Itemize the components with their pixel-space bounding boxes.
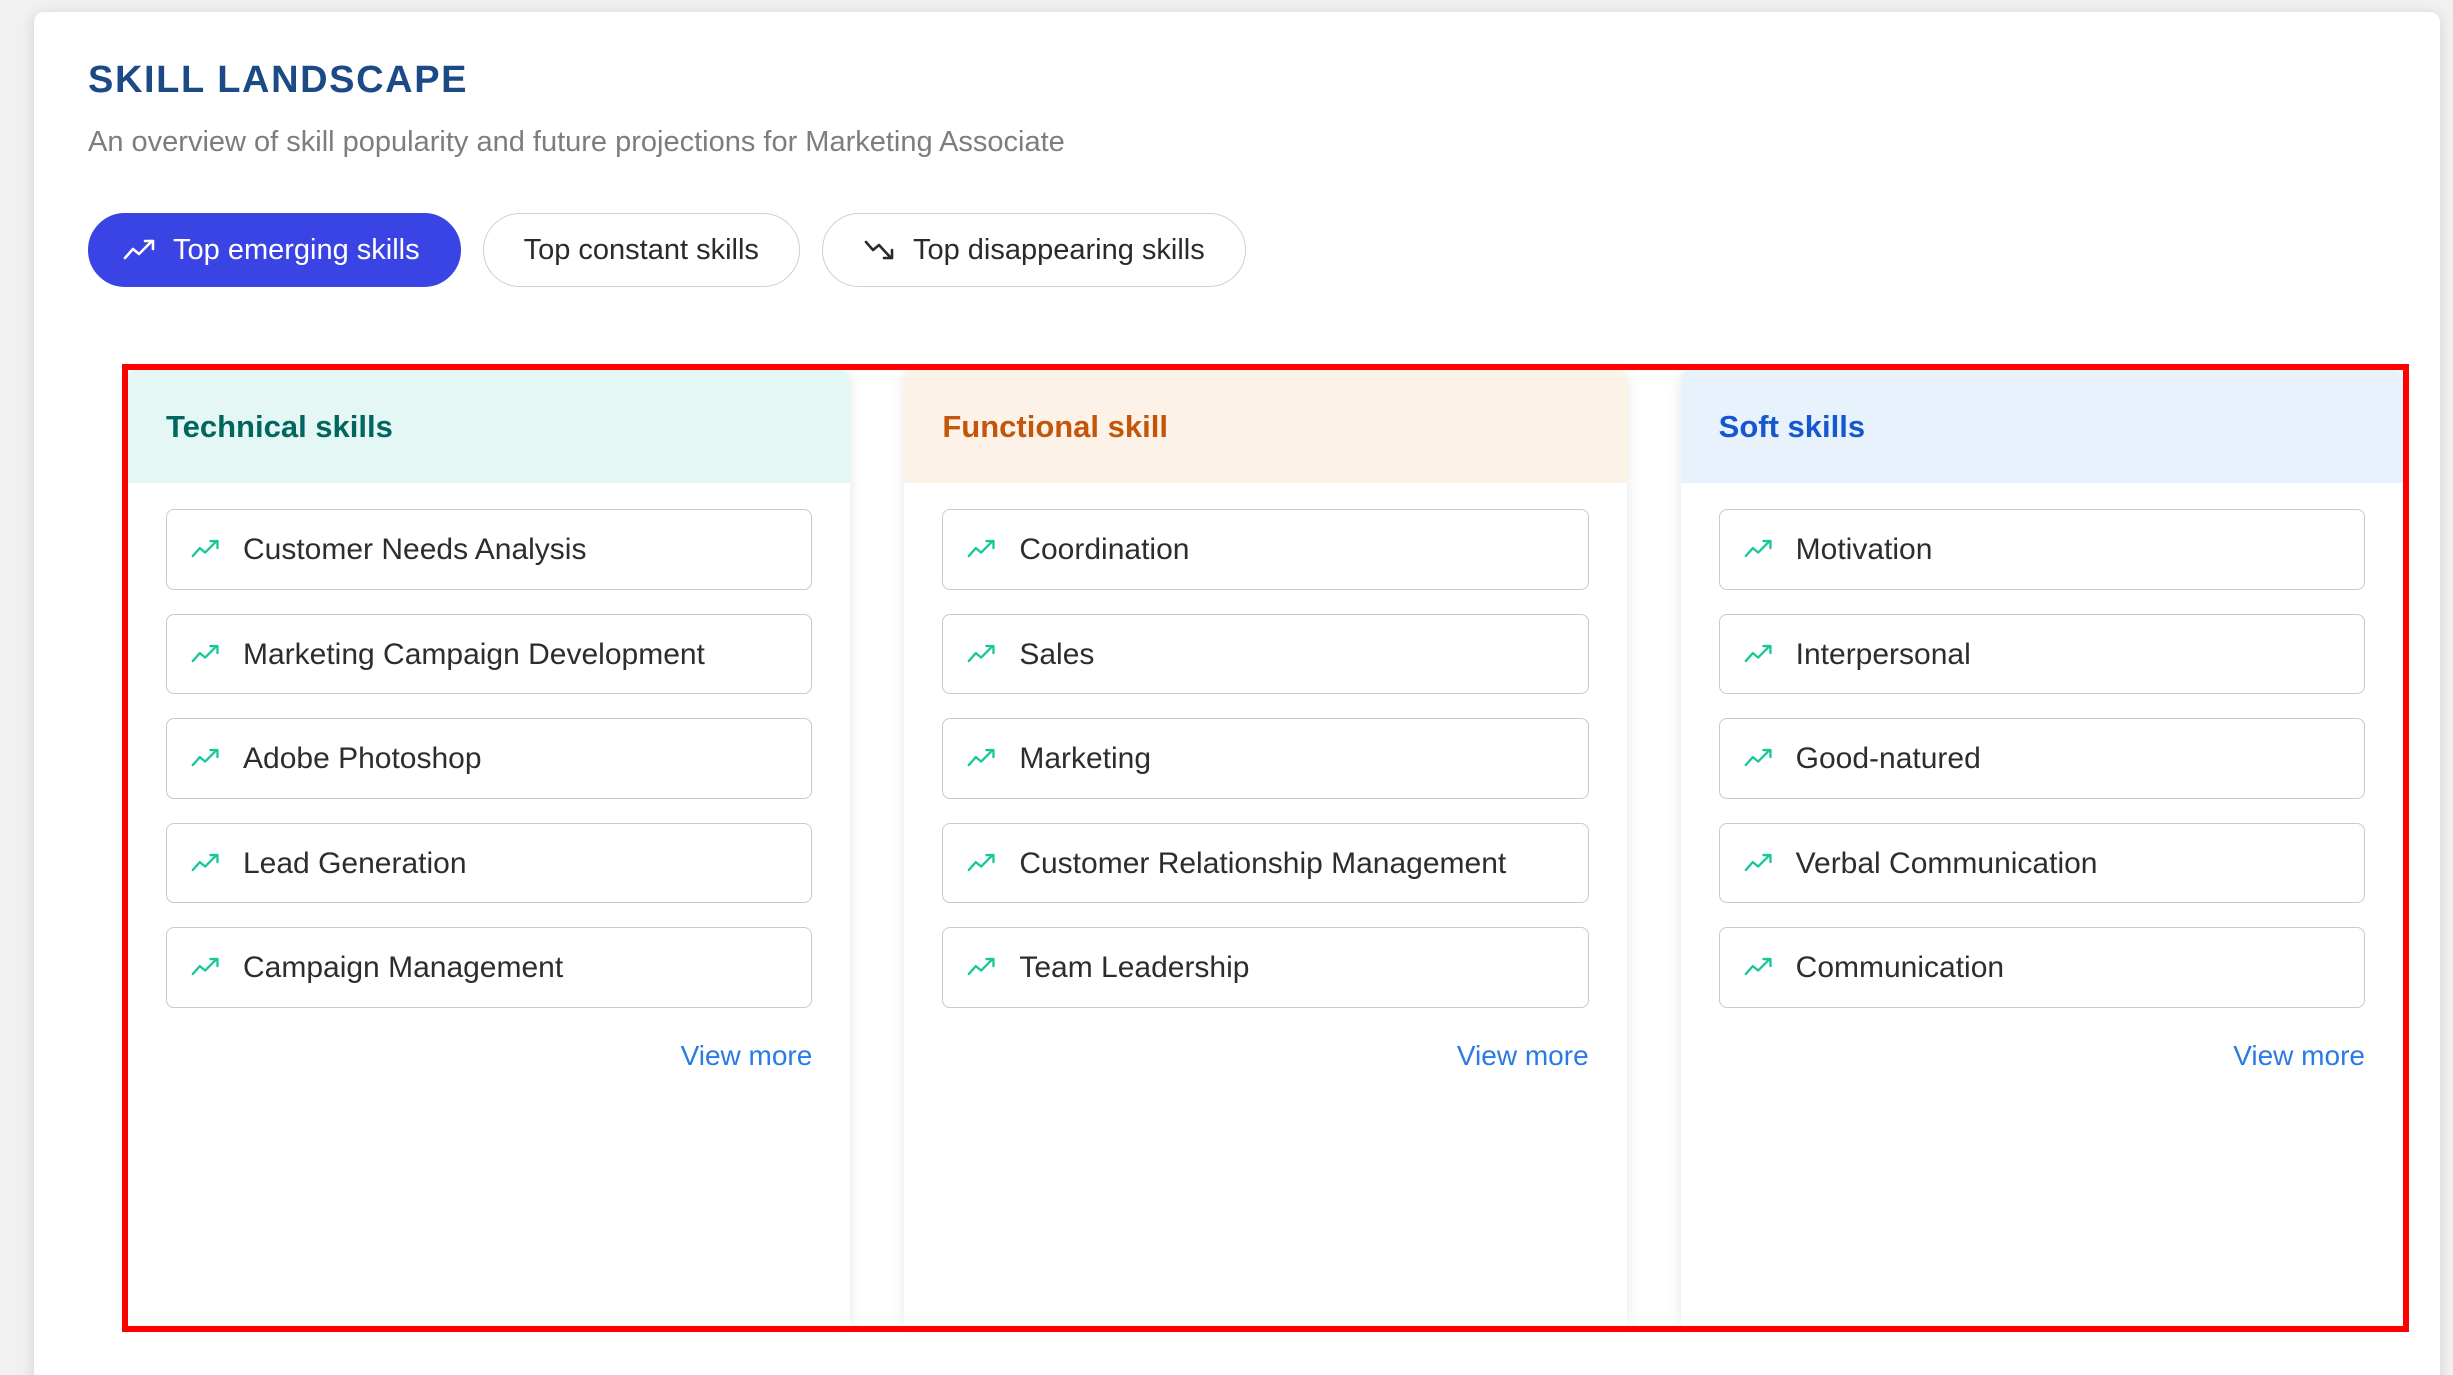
skill-label: Customer Needs Analysis xyxy=(243,533,587,566)
tab-label: Top constant skills xyxy=(523,233,759,266)
column-header-technical: Technical skills xyxy=(128,370,851,483)
skill-label: Good-natured xyxy=(1795,742,1981,776)
skill-landscape-panel: SKILL LANDSCAPE An overview of skill pop… xyxy=(34,12,2440,1375)
trend-up-icon xyxy=(967,530,997,568)
view-more-row: View more xyxy=(166,1040,813,1090)
column-body-technical: Customer Needs Analysis Marketing Campai… xyxy=(128,483,850,1326)
trend-up-icon xyxy=(1744,844,1774,882)
skill-label: Verbal Communication xyxy=(1795,846,2098,880)
view-more-row: View more xyxy=(1719,1040,2365,1090)
skill-label: Team Leadership xyxy=(1019,951,1250,985)
skill-label: Customer Relationship Management xyxy=(1019,846,1507,880)
skill-label: Marketing Campaign Development xyxy=(243,637,705,671)
skill-label: Sales xyxy=(1019,637,1095,671)
skill-card[interactable]: Lead Generation xyxy=(166,822,813,904)
column-functional-skills: Functional skill Coordination Sales Mark… xyxy=(904,370,1627,1326)
skill-card[interactable]: Motivation xyxy=(1718,509,2365,590)
trend-up-icon xyxy=(191,844,221,882)
skill-card[interactable]: Good-natured xyxy=(1718,718,2365,799)
skill-label: Coordination xyxy=(1019,533,1190,566)
trend-up-icon xyxy=(967,948,997,986)
trend-up-icon xyxy=(191,635,221,673)
trend-up-icon xyxy=(1744,739,1774,777)
tab-top-constant-skills[interactable]: Top constant skills xyxy=(482,213,800,288)
view-more-link[interactable]: View more xyxy=(681,1040,813,1072)
trend-down-icon xyxy=(863,237,897,263)
skill-label: Campaign Management xyxy=(243,951,564,985)
skill-card[interactable]: Communication xyxy=(1718,927,2365,1008)
view-more-link[interactable]: View more xyxy=(1457,1040,1589,1072)
skill-card[interactable]: Customer Relationship Management xyxy=(942,822,1589,904)
page-title: SKILL LANDSCAPE xyxy=(88,59,469,101)
skill-card[interactable]: Customer Needs Analysis xyxy=(166,509,813,590)
view-more-link[interactable]: View more xyxy=(2233,1040,2365,1072)
skill-card[interactable]: Campaign Management xyxy=(166,927,813,1008)
tab-top-emerging-skills[interactable]: Top emerging skills xyxy=(88,213,461,288)
skill-trend-tabs: Top emerging skills Top constant skills … xyxy=(88,213,2440,288)
column-body-functional: Coordination Sales Marketing Customer Re… xyxy=(904,483,1626,1326)
column-body-soft: Motivation Interpersonal Good-natured Ve… xyxy=(1681,483,2403,1326)
skill-label: Lead Generation xyxy=(243,846,467,880)
tab-top-disappearing-skills[interactable]: Top disappearing skills xyxy=(821,213,1246,288)
trend-up-icon xyxy=(967,635,997,673)
trend-up-icon xyxy=(191,530,221,568)
skill-card[interactable]: Marketing Campaign Development xyxy=(166,613,813,695)
column-title: Technical skills xyxy=(166,408,393,444)
trend-up-icon xyxy=(1744,948,1774,986)
column-title: Soft skills xyxy=(1718,408,1866,444)
tab-label: Top emerging skills xyxy=(173,233,420,266)
trend-up-icon xyxy=(191,948,221,986)
skill-label: Communication xyxy=(1795,951,2005,985)
trend-up-icon xyxy=(967,844,997,882)
skill-label: Motivation xyxy=(1795,533,1933,566)
skill-card[interactable]: Interpersonal xyxy=(1718,613,2365,695)
trend-up-icon xyxy=(1744,530,1774,568)
trend-up-icon xyxy=(191,739,221,777)
screenshot-root: SKILL LANDSCAPE An overview of skill pop… xyxy=(0,0,2453,1375)
column-header-soft: Soft skills xyxy=(1680,370,2403,483)
skill-card[interactable]: Verbal Communication xyxy=(1718,822,2365,904)
skill-label: Marketing xyxy=(1019,742,1152,776)
skill-label: Interpersonal xyxy=(1795,637,1971,671)
skill-card[interactable]: Marketing xyxy=(942,718,1589,799)
skill-card[interactable]: Sales xyxy=(942,613,1589,695)
column-title: Functional skill xyxy=(942,408,1168,444)
skill-label: Adobe Photoshop xyxy=(243,742,482,776)
skill-columns: Technical skills Customer Needs Analysis xyxy=(128,370,2403,1326)
column-header-functional: Functional skill xyxy=(904,370,1627,483)
trend-up-icon xyxy=(123,237,157,263)
tab-label: Top disappearing skills xyxy=(912,233,1205,266)
skill-card[interactable]: Team Leadership xyxy=(942,927,1589,1008)
panel-header: SKILL LANDSCAPE An overview of skill pop… xyxy=(34,12,2440,288)
view-more-row: View more xyxy=(942,1040,1589,1090)
skill-card[interactable]: Adobe Photoshop xyxy=(166,718,813,799)
skill-card[interactable]: Coordination xyxy=(942,509,1589,590)
column-technical-skills: Technical skills Customer Needs Analysis xyxy=(128,370,851,1326)
trend-up-icon xyxy=(967,739,997,777)
trend-up-icon xyxy=(1744,635,1774,673)
page-subtitle: An overview of skill popularity and futu… xyxy=(88,125,1065,158)
column-soft-skills: Soft skills Motivation Interpersonal Goo… xyxy=(1680,370,2403,1326)
